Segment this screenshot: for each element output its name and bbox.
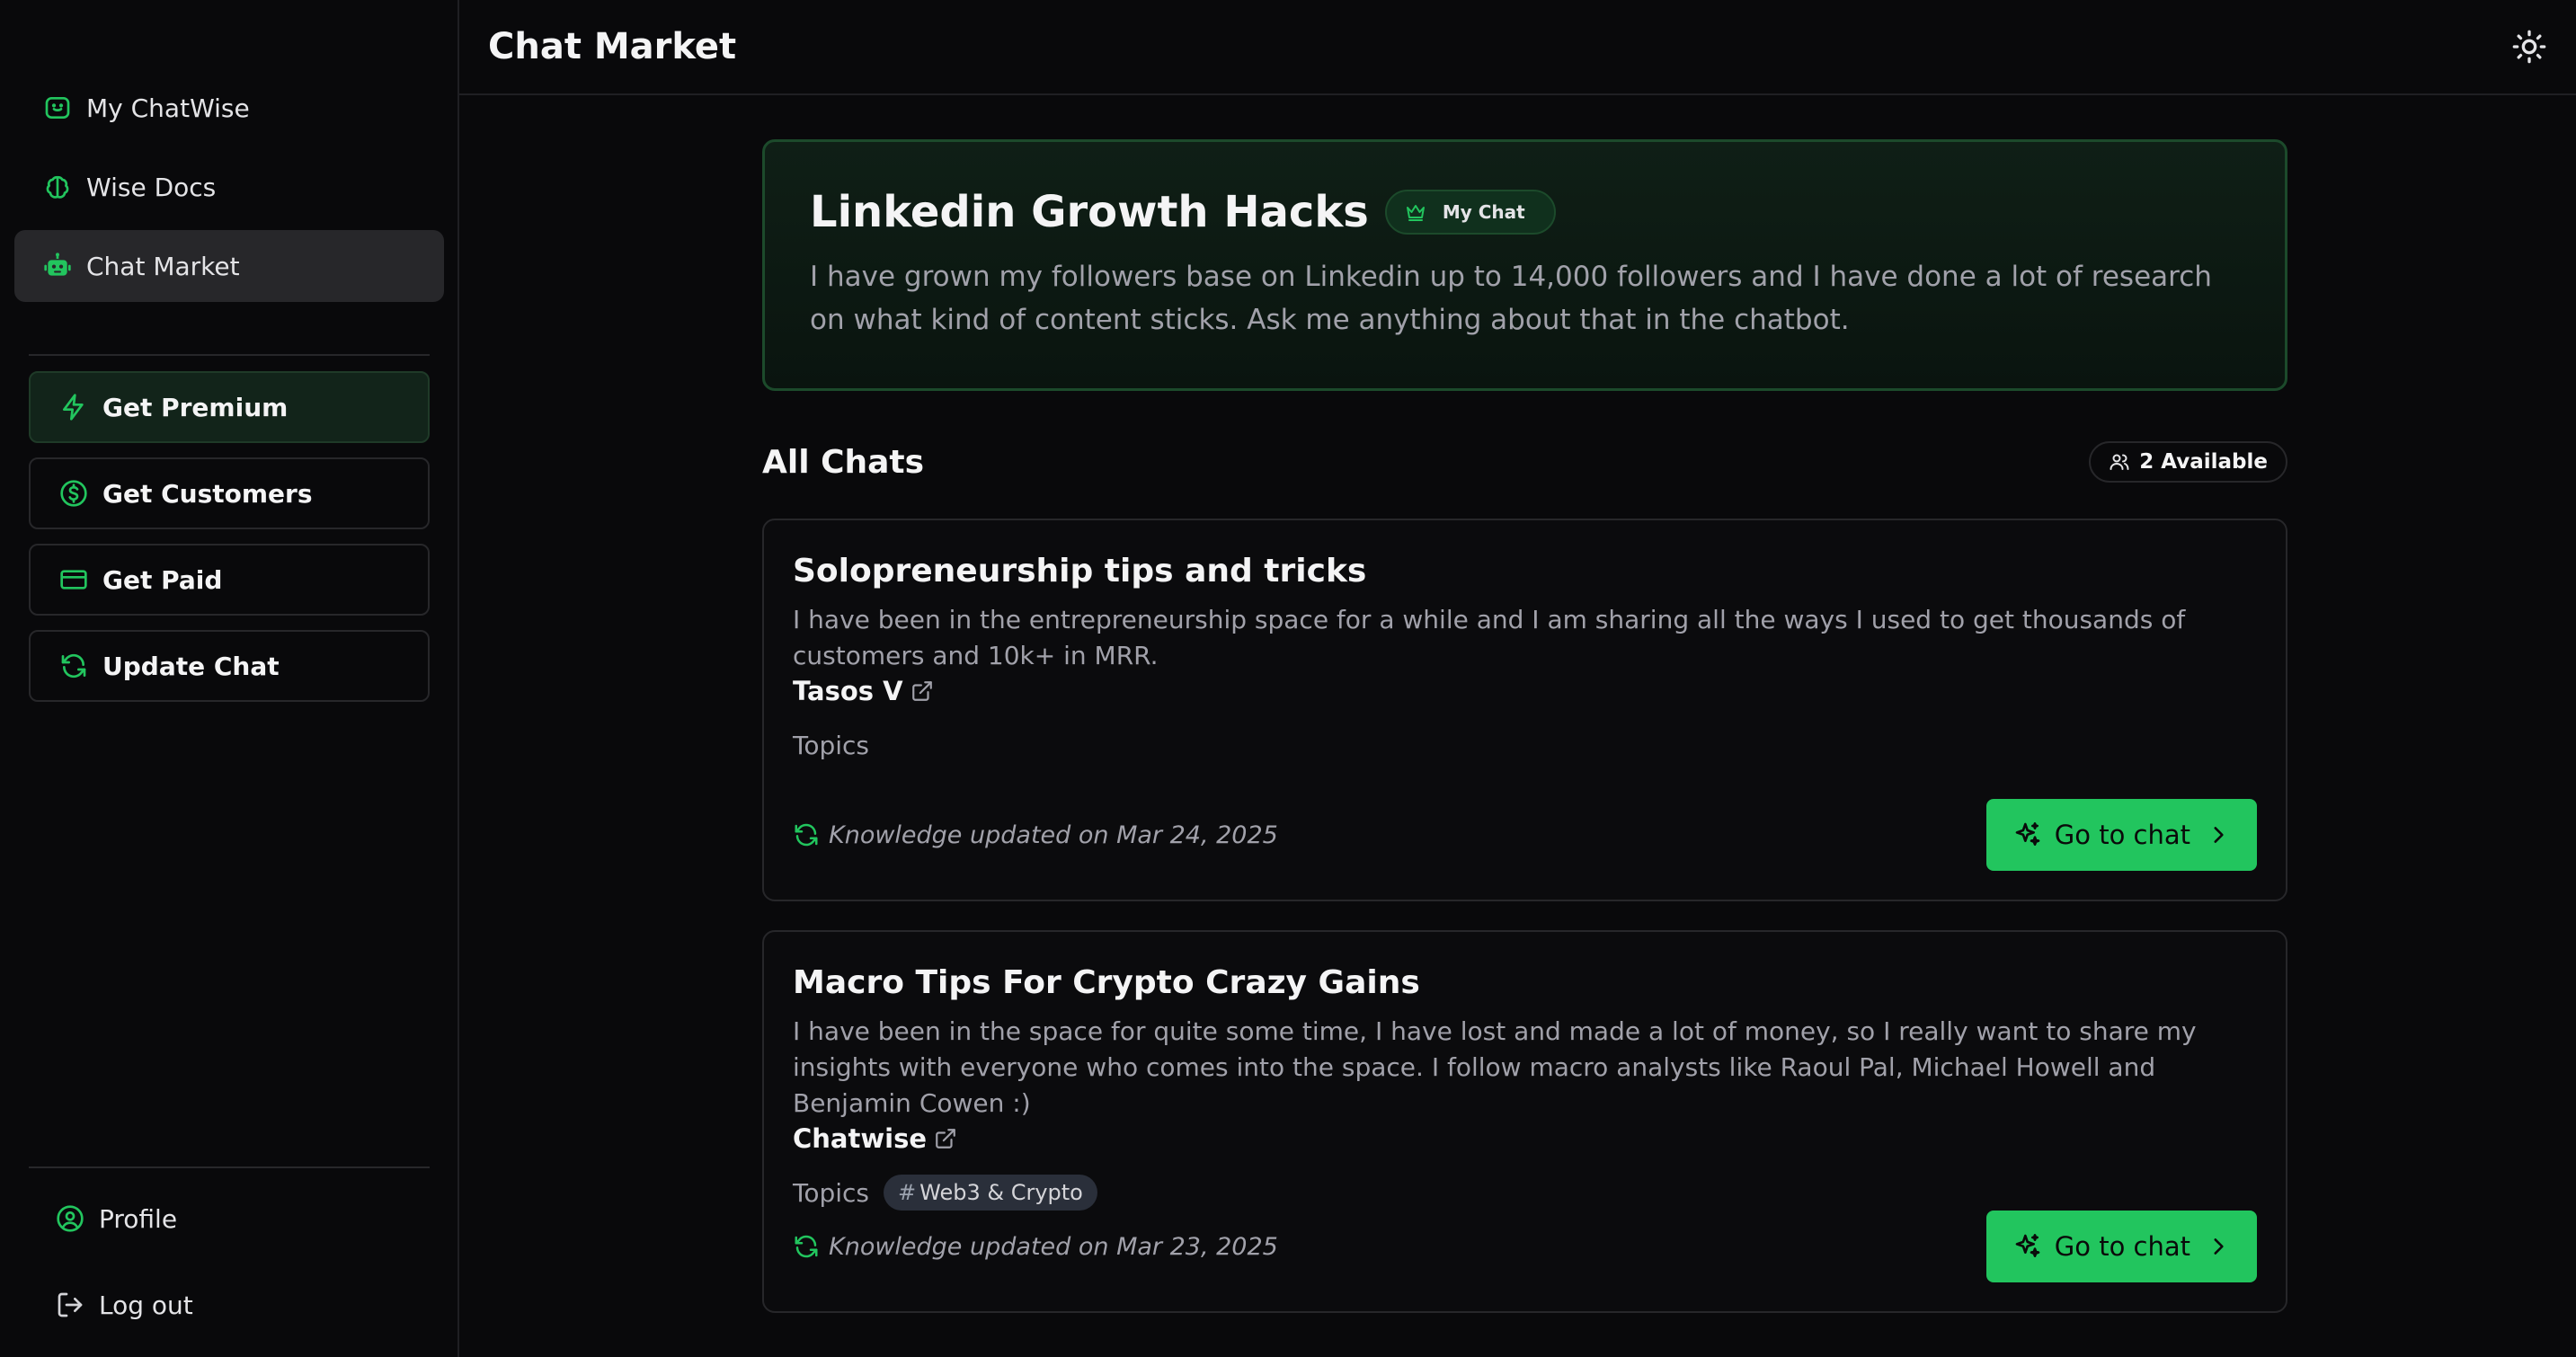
users-icon bbox=[2109, 451, 2130, 473]
card-footer: Knowledge updated on Mar 23, 2025 Go to … bbox=[793, 1211, 2257, 1282]
sidebar-item-label: Wise Docs bbox=[86, 172, 217, 202]
available-count: 2 Available bbox=[2139, 450, 2268, 474]
hero-description: I have grown my followers base on Linked… bbox=[810, 261, 2212, 336]
section-title: All Chats bbox=[762, 443, 925, 481]
dollar-circle-icon bbox=[59, 479, 88, 508]
go-to-chat-button[interactable]: Go to chat bbox=[1985, 799, 2257, 871]
updated-text: Knowledge updated on Mar 24, 2025 bbox=[829, 820, 1278, 849]
bottom-item-label: Log out bbox=[99, 1290, 193, 1320]
sidebar-actions: Get Premium Get Customers Get Paid Updat… bbox=[29, 371, 430, 716]
sidebar-item-wise-docs[interactable]: Wise Docs bbox=[14, 151, 444, 223]
author-name: Chatwise bbox=[793, 1123, 928, 1154]
action-label: Update Chat bbox=[102, 651, 280, 681]
refresh-icon bbox=[793, 1233, 820, 1260]
chat-card: Macro Tips For Crypto Crazy Gains I have… bbox=[762, 930, 2287, 1313]
tag-label: Web3 & Crypto bbox=[919, 1180, 1083, 1205]
my-chat-hero: Linkedin Growth Hacks My Chat I have gro… bbox=[762, 139, 2287, 391]
chat-bubble-icon bbox=[43, 93, 72, 122]
get-premium-button[interactable]: Get Premium bbox=[29, 371, 430, 443]
updated-text: Knowledge updated on Mar 23, 2025 bbox=[829, 1232, 1278, 1261]
sparkles-icon bbox=[2013, 820, 2042, 849]
tag-hash: # bbox=[898, 1180, 917, 1205]
credit-card-icon bbox=[59, 565, 88, 594]
chat-card: Solopreneurship tips and tricks I have b… bbox=[762, 519, 2287, 901]
user-circle-icon bbox=[56, 1204, 84, 1233]
sidebar-divider-bottom bbox=[29, 1166, 430, 1168]
my-chat-badge-label: My Chat bbox=[1442, 201, 1525, 223]
external-link-icon[interactable] bbox=[934, 1127, 957, 1150]
action-label: Get Premium bbox=[102, 392, 289, 422]
top-bar: Chat Market bbox=[459, 0, 2576, 95]
sidebar: My ChatWise Wise Docs Chat Market Get Pr… bbox=[0, 0, 459, 1357]
card-author: Chatwise bbox=[793, 1123, 2257, 1154]
logout-icon bbox=[56, 1290, 84, 1319]
update-chat-button[interactable]: Update Chat bbox=[29, 630, 430, 702]
knowledge-updated: Knowledge updated on Mar 23, 2025 bbox=[793, 1233, 1278, 1261]
bottom-item-label: Profile bbox=[99, 1203, 178, 1234]
chevron-right-icon bbox=[2207, 1235, 2230, 1258]
all-chats-header: All Chats 2 Available bbox=[762, 439, 2287, 484]
sparkles-icon bbox=[2013, 1232, 2042, 1261]
topics-row: Topics # Web3 & Crypto bbox=[793, 1174, 2257, 1211]
go-to-chat-button[interactable]: Go to chat bbox=[1985, 1211, 2257, 1282]
card-title: Solopreneurship tips and tricks bbox=[793, 553, 1367, 590]
page-title: Chat Market bbox=[488, 26, 737, 67]
main-content: Chat Market Linkedin Growth Hacks My Cha… bbox=[459, 0, 2576, 1357]
knowledge-updated: Knowledge updated on Mar 24, 2025 bbox=[793, 821, 1278, 849]
sidebar-nav: My ChatWise Wise Docs Chat Market bbox=[14, 72, 444, 309]
sidebar-item-my-chatwise[interactable]: My ChatWise bbox=[14, 72, 444, 144]
crown-icon bbox=[1405, 201, 1426, 223]
my-chat-badge: My Chat bbox=[1384, 190, 1556, 235]
card-description: I have been in the space for quite some … bbox=[793, 1016, 2197, 1118]
profile-link[interactable]: Profile bbox=[29, 1184, 430, 1253]
sidebar-item-label: Chat Market bbox=[86, 251, 240, 281]
card-author: Tasos V bbox=[793, 676, 2257, 706]
lightning-icon bbox=[59, 393, 88, 421]
go-to-chat-label: Go to chat bbox=[2054, 820, 2190, 850]
sidebar-item-label: My ChatWise bbox=[86, 93, 250, 123]
hero-title-row: Linkedin Growth Hacks My Chat bbox=[810, 187, 2240, 237]
card-footer: Knowledge updated on Mar 24, 2025 Go to … bbox=[793, 799, 2257, 871]
topics-label: Topics bbox=[793, 730, 870, 760]
sun-icon[interactable] bbox=[2511, 29, 2547, 65]
card-description: I have been in the entrepreneurship spac… bbox=[793, 605, 2186, 670]
available-badge: 2 Available bbox=[2089, 441, 2287, 483]
get-paid-button[interactable]: Get Paid bbox=[29, 544, 430, 616]
sidebar-item-chat-market[interactable]: Chat Market bbox=[14, 230, 444, 302]
topics-label: Topics bbox=[793, 1177, 870, 1208]
chevron-right-icon bbox=[2207, 823, 2230, 847]
refresh-icon bbox=[59, 652, 88, 680]
external-link-icon[interactable] bbox=[910, 679, 934, 703]
action-label: Get Paid bbox=[102, 564, 223, 595]
brain-icon bbox=[43, 173, 72, 201]
action-label: Get Customers bbox=[102, 478, 313, 509]
sidebar-divider bbox=[29, 354, 430, 356]
chat-market-content: Linkedin Growth Hacks My Chat I have gro… bbox=[762, 139, 2287, 1313]
card-title: Macro Tips For Crypto Crazy Gains bbox=[793, 964, 1420, 1001]
robot-icon bbox=[43, 252, 72, 280]
refresh-icon bbox=[793, 821, 820, 848]
hero-title: Linkedin Growth Hacks bbox=[810, 187, 1369, 237]
topics-row: Topics bbox=[793, 726, 2257, 764]
sidebar-bottom: Profile Log out bbox=[29, 1184, 430, 1357]
logout-link[interactable]: Log out bbox=[29, 1271, 430, 1339]
author-name: Tasos V bbox=[793, 676, 903, 706]
topic-tag[interactable]: # Web3 & Crypto bbox=[884, 1175, 1097, 1211]
go-to-chat-label: Go to chat bbox=[2054, 1231, 2190, 1262]
get-customers-button[interactable]: Get Customers bbox=[29, 457, 430, 529]
